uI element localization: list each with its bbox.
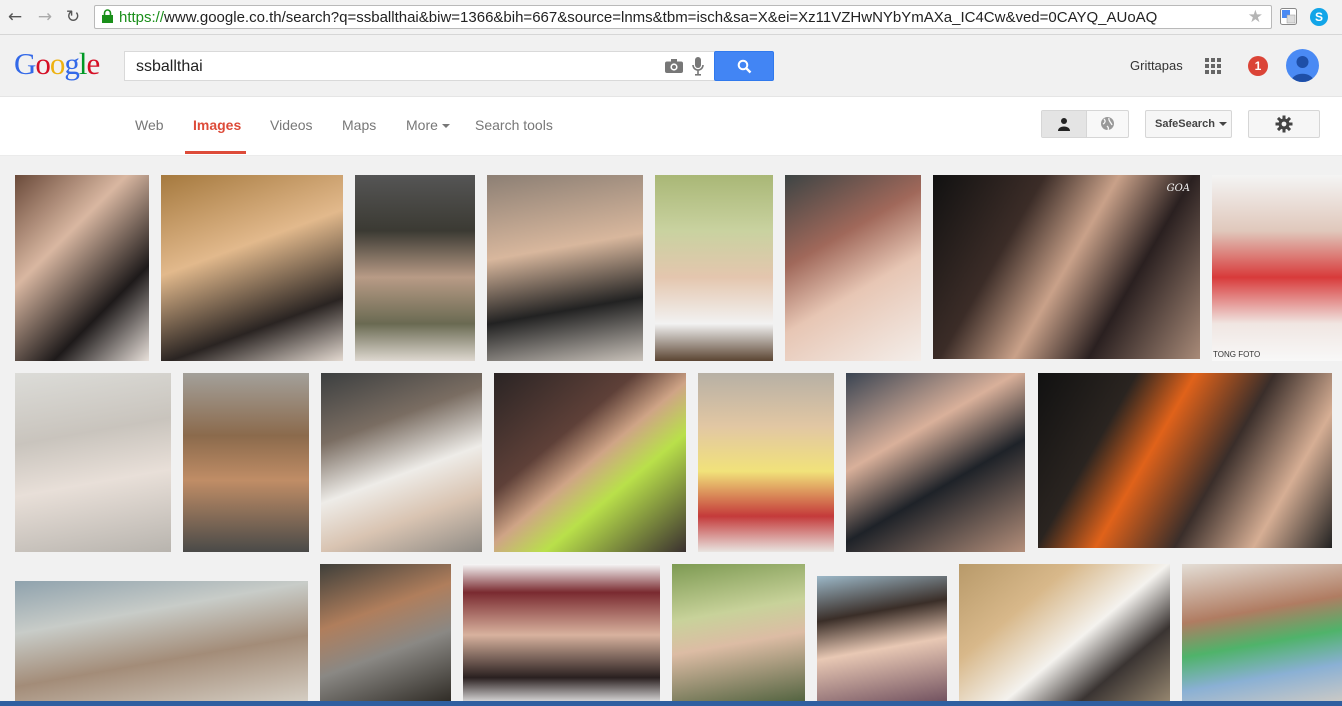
settings-button[interactable] [1248,110,1320,138]
tab-videos[interactable]: Videos [270,117,313,133]
apps-grid-icon[interactable] [1205,58,1221,74]
image-thumbnail[interactable] [183,373,309,552]
tab-images[interactable]: Images [193,117,241,133]
logo-letter: l [78,46,88,81]
star-icon[interactable]: ★ [1248,7,1263,27]
chevron-down-icon [441,124,450,129]
image-caption: TONG FOTO [1213,350,1261,359]
translate-icon[interactable] [1280,8,1297,25]
image-thumbnail[interactable] [1182,564,1342,706]
globe-icon[interactable] [1100,116,1115,131]
search-query-text: ssballthai [136,58,203,75]
gear-icon [1275,115,1293,133]
safesearch-dropdown[interactable]: SafeSearch [1145,110,1232,138]
url-protocol: https:// [119,9,165,26]
logo-letter: o [49,46,65,81]
logo-letter: o [35,46,50,81]
lock-icon [102,9,113,23]
image-thumbnail[interactable] [494,373,686,552]
image-thumbnail[interactable] [698,373,834,552]
chevron-down-icon [1218,122,1227,127]
search-button[interactable] [714,51,774,81]
tab-maps[interactable]: Maps [342,117,376,133]
image-thumbnail[interactable] [846,373,1025,552]
logo-letter: g [64,46,79,81]
image-thumbnail[interactable] [959,564,1170,706]
safesearch-label: SafeSearch [1155,118,1215,130]
logo-letter: G [14,46,36,81]
image-thumbnail[interactable] [15,175,149,361]
search-icon [737,59,752,74]
tab-more-label: More [406,117,438,133]
image-thumbnail[interactable] [785,175,921,361]
image-thumbnail[interactable] [463,564,660,706]
image-thumbnail[interactable] [672,564,805,706]
image-thumbnail[interactable] [161,175,343,361]
notification-badge[interactable]: 1 [1248,56,1268,76]
url-path: www.google.co.th/search?q=ssballthai&biw… [164,9,1158,26]
google-logo[interactable]: Google [14,46,101,82]
image-thumbnail[interactable] [15,373,171,552]
browser-toolbar: ← → ↻ https://www.google.co.th/search?q=… [0,0,1342,35]
image-thumbnail[interactable] [1038,373,1332,548]
tab-web[interactable]: Web [135,117,164,133]
image-thumbnail[interactable]: GOA [933,175,1200,359]
reload-button[interactable]: ↻ [62,6,84,28]
personal-results-button[interactable] [1042,111,1087,137]
mic-icon[interactable] [692,57,704,76]
address-bar[interactable]: https://www.google.co.th/search?q=ssball… [94,5,1272,29]
search-tabs-bar: Web Images Videos Maps More Search tools… [0,97,1342,156]
image-thumbnail[interactable]: TONG FOTO [1212,175,1342,361]
tab-search-tools[interactable]: Search tools [475,117,553,133]
taskbar-edge [0,701,1342,706]
image-caption: GOA [1166,183,1190,194]
image-thumbnail[interactable] [320,564,451,706]
skype-icon[interactable]: S [1310,8,1328,26]
user-name-link[interactable]: Grittapas [1130,58,1183,73]
image-thumbnail[interactable] [655,175,773,361]
logo-letter: e [86,46,101,81]
url-text: https://www.google.co.th/search?q=ssball… [119,9,1157,26]
google-header: Google ssballthai Grittapas 1 [0,35,1342,97]
person-icon [1058,118,1070,131]
image-thumbnail[interactable] [817,576,947,706]
tab-more[interactable]: More [406,117,450,133]
person-silhouette-icon [1291,56,1314,82]
image-thumbnail[interactable] [355,175,475,361]
image-thumbnail[interactable] [487,175,643,361]
avatar-icon[interactable] [1286,49,1319,82]
forward-button[interactable]: → [34,6,56,28]
image-thumbnail[interactable] [321,373,482,552]
camera-icon[interactable] [665,59,683,73]
back-button[interactable]: ← [4,6,26,28]
image-thumbnail[interactable] [15,581,308,706]
search-input[interactable]: ssballthai [124,51,716,81]
results-filter-toggle [1041,110,1129,138]
active-tab-indicator [185,151,246,154]
